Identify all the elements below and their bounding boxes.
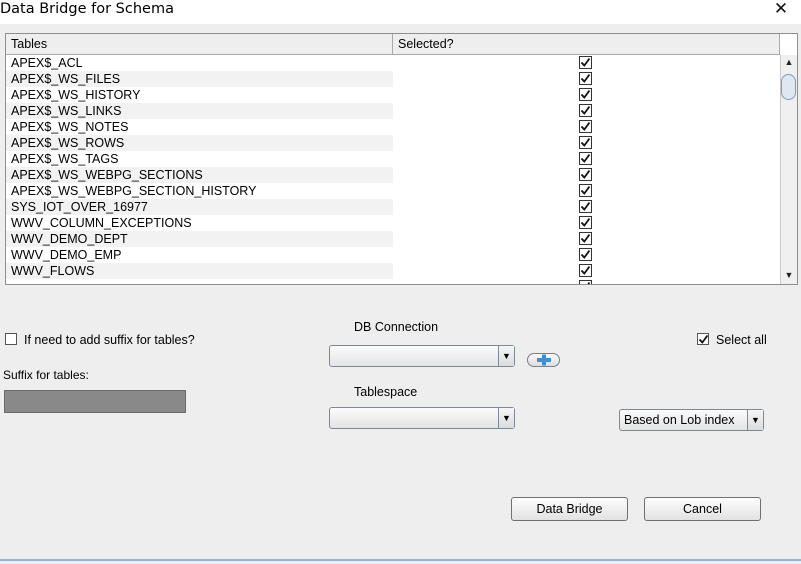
row-selected-checkbox[interactable] xyxy=(579,88,592,101)
add-connection-button[interactable] xyxy=(527,353,560,367)
table-name-cell: WWV_DEMO_EMP xyxy=(11,248,122,262)
table-row[interactable]: APEX$_WS_NOTES xyxy=(6,119,780,135)
close-icon[interactable]: ✕ xyxy=(770,0,792,20)
table-row[interactable]: APEX$_WS_FILES xyxy=(6,71,780,87)
db-connection-label: DB Connection xyxy=(354,320,439,334)
column-header-tables[interactable]: Tables xyxy=(6,34,393,54)
table-name-cell: WWV_FLOWS xyxy=(11,264,95,278)
select-all-checkbox[interactable] xyxy=(697,333,709,345)
table-row[interactable]: WWV_COLUMN_EXCEPTIONS xyxy=(6,215,780,231)
row-selected-checkbox[interactable] xyxy=(579,280,592,284)
table-row[interactable]: APEX$_WS_LINKS xyxy=(6,103,780,119)
lob-option-value: Based on Lob index xyxy=(624,413,735,427)
plus-icon xyxy=(537,354,551,366)
row-selected-checkbox[interactable] xyxy=(579,264,592,277)
suffix-label: Suffix for tables: xyxy=(3,368,89,382)
tables-grid: Tables Selected? APEX$_ACL APEX$_WS_FILES… xyxy=(5,33,798,285)
db-connection-select[interactable]: ▼ xyxy=(329,345,515,367)
row-selected-checkbox[interactable] xyxy=(579,136,592,149)
row-selected-checkbox[interactable] xyxy=(579,216,592,229)
table-name-cell: WWV_COLUMN_EXCEPTIONS xyxy=(11,216,192,230)
row-selected-checkbox[interactable] xyxy=(579,232,592,245)
row-selected-checkbox[interactable] xyxy=(579,104,592,117)
window-title: Data Bridge for Schema xyxy=(0,1,174,17)
row-selected-checkbox[interactable] xyxy=(579,200,592,213)
table-name-cell: SYS_IOT_OVER_16977 xyxy=(11,200,148,214)
tablespace-select[interactable]: ▼ xyxy=(329,407,515,429)
row-selected-checkbox[interactable] xyxy=(579,72,592,85)
tablespace-label: Tablespace xyxy=(354,385,418,399)
table-body: APEX$_ACL APEX$_WS_FILES APEX$_WS_HISTORY A… xyxy=(6,55,780,284)
data-bridge-button[interactable]: Data Bridge xyxy=(511,497,628,521)
row-selected-checkbox[interactable] xyxy=(579,56,592,69)
table-name-cell: APEX$_WS_FILES xyxy=(11,72,121,86)
suffix-input[interactable] xyxy=(4,390,186,413)
chevron-down-icon: ▼ xyxy=(498,408,514,428)
table-row[interactable]: APEX$_WS_ROWS xyxy=(6,135,780,151)
scrollbar-thumb[interactable] xyxy=(781,74,796,100)
chevron-down-icon: ▼ xyxy=(498,346,514,366)
table-row[interactable]: SYS_IOT_OVER_16977 xyxy=(6,199,780,215)
table-name-cell: WWV_DEMO_DEPT xyxy=(11,232,128,246)
row-selected-checkbox[interactable] xyxy=(579,152,592,165)
scroll-down-icon[interactable]: ▼ xyxy=(781,268,797,282)
table-row[interactable]: APEX$_WS_HISTORY xyxy=(6,87,780,103)
table-row[interactable]: WWV_FLOWS xyxy=(6,263,780,279)
column-header-selected[interactable]: Selected? xyxy=(393,34,780,54)
table-name-cell: APEX$_WS_ROWS xyxy=(11,136,125,150)
lob-option-select[interactable]: Based on Lob index ▼ xyxy=(619,409,764,431)
suffix-checkbox[interactable] xyxy=(5,333,17,345)
table-row[interactable]: APEX$_WS_WEBPG_SECTION_HISTORY xyxy=(6,183,780,199)
table-row-partial[interactable] xyxy=(6,279,780,284)
row-selected-checkbox[interactable] xyxy=(579,120,592,133)
vertical-scrollbar[interactable]: ▲ ▼ xyxy=(780,55,797,284)
table-name-cell: APEX$_WS_TAGS xyxy=(11,152,119,166)
table-header: Tables Selected? xyxy=(6,34,780,55)
table-name-cell: APEX$_WS_NOTES xyxy=(11,120,129,134)
row-selected-checkbox[interactable] xyxy=(579,248,592,261)
select-all-label: Select all xyxy=(716,333,767,347)
table-name-cell: APEX$_WS_LINKS xyxy=(11,104,122,118)
table-name-cell: APEX$_WS_HISTORY xyxy=(11,88,141,102)
table-name-cell: APEX$_ACL xyxy=(11,56,83,70)
window-border xyxy=(0,559,801,561)
table-name-cell: APEX$_WS_WEBPG_SECTIONS xyxy=(11,168,203,182)
table-row[interactable]: WWV_DEMO_DEPT xyxy=(6,231,780,247)
chevron-down-icon: ▼ xyxy=(747,410,763,430)
table-row[interactable]: APEX$_WS_TAGS xyxy=(6,151,780,167)
table-name-cell: APEX$_WS_WEBPG_SECTION_HISTORY xyxy=(11,184,257,198)
row-selected-checkbox[interactable] xyxy=(579,184,592,197)
title-bar: Data Bridge for Schema ✕ xyxy=(0,0,801,24)
table-row[interactable]: APEX$_ACL xyxy=(6,55,780,71)
cancel-button[interactable]: Cancel xyxy=(644,497,761,521)
suffix-checkbox-label: If need to add suffix for tables? xyxy=(24,333,195,347)
table-row[interactable]: WWV_DEMO_EMP xyxy=(6,247,780,263)
scroll-up-icon[interactable]: ▲ xyxy=(781,55,797,69)
table-row[interactable]: APEX$_WS_WEBPG_SECTIONS xyxy=(6,167,780,183)
row-selected-checkbox[interactable] xyxy=(579,168,592,181)
